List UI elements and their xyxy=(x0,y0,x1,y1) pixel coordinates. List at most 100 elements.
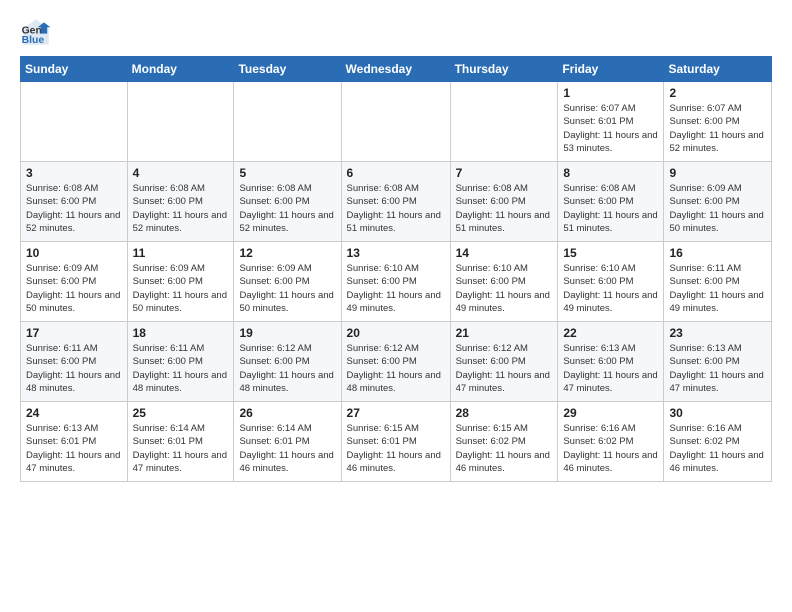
calendar-week-row: 1Sunrise: 6:07 AMSunset: 6:01 PMDaylight… xyxy=(21,82,772,162)
calendar-cell: 28Sunrise: 6:15 AMSunset: 6:02 PMDayligh… xyxy=(450,402,558,482)
calendar-cell: 9 Sunrise: 6:09 AMSunset: 6:00 PMDaylight… xyxy=(664,162,772,242)
calendar-cell: 3 Sunrise: 6:08 AMSunset: 6:00 PMDaylight… xyxy=(21,162,128,242)
calendar-week-row: 3 Sunrise: 6:08 AMSunset: 6:00 PMDaylight… xyxy=(21,162,772,242)
calendar-cell xyxy=(21,82,128,162)
day-info: Sunrise: 6:08 AMSunset: 6:00 PMDaylight:… xyxy=(563,182,658,235)
day-number: 10 xyxy=(26,246,122,260)
weekday-header-tuesday: Tuesday xyxy=(234,57,341,82)
calendar-week-row: 17 Sunrise: 6:11 AMSunset: 6:00 PMDayligh… xyxy=(21,322,772,402)
calendar-header-row: SundayMondayTuesdayWednesdayThursdayFrid… xyxy=(21,57,772,82)
calendar-cell: 20 Sunrise: 6:12 AMSunset: 6:00 PMDayligh… xyxy=(341,322,450,402)
calendar-cell: 10 Sunrise: 6:09 AMSunset: 6:00 PMDayligh… xyxy=(21,242,128,322)
day-info: Sunrise: 6:12 AMSunset: 6:00 PMDaylight:… xyxy=(239,342,335,395)
day-number: 21 xyxy=(456,326,553,340)
calendar-cell: 17 Sunrise: 6:11 AMSunset: 6:00 PMDayligh… xyxy=(21,322,128,402)
calendar-cell: 4 Sunrise: 6:08 AMSunset: 6:00 PMDaylight… xyxy=(127,162,234,242)
day-number: 27 xyxy=(347,406,445,420)
calendar-cell: 26Sunrise: 6:14 AMSunset: 6:01 PMDayligh… xyxy=(234,402,341,482)
calendar-cell: 12Sunrise: 6:09 AMSunset: 6:00 PMDayligh… xyxy=(234,242,341,322)
page: Gen Blue SundayMondayTuesdayWednesdayThu… xyxy=(0,0,792,498)
calendar-cell: 30Sunrise: 6:16 AMSunset: 6:02 PMDayligh… xyxy=(664,402,772,482)
calendar-cell: 2 Sunrise: 6:07 AMSunset: 6:00 PMDaylight… xyxy=(664,82,772,162)
calendar-cell: 8 Sunrise: 6:08 AMSunset: 6:00 PMDaylight… xyxy=(558,162,664,242)
header: Gen Blue xyxy=(20,16,772,48)
day-info: Sunrise: 6:07 AMSunset: 6:01 PMDaylight:… xyxy=(563,102,658,155)
day-number: 15 xyxy=(563,246,658,260)
day-number: 17 xyxy=(26,326,122,340)
calendar-cell: 19 Sunrise: 6:12 AMSunset: 6:00 PMDayligh… xyxy=(234,322,341,402)
calendar-cell: 21Sunrise: 6:12 AMSunset: 6:00 PMDayligh… xyxy=(450,322,558,402)
day-info: Sunrise: 6:11 AMSunset: 6:00 PMDaylight:… xyxy=(133,342,229,395)
day-number: 11 xyxy=(133,246,229,260)
calendar-cell: 25 Sunrise: 6:14 AMSunset: 6:01 PMDayligh… xyxy=(127,402,234,482)
day-info: Sunrise: 6:08 AMSunset: 6:00 PMDaylight:… xyxy=(456,182,553,235)
day-info: Sunrise: 6:10 AMSunset: 6:00 PMDaylight:… xyxy=(347,262,445,315)
day-number: 4 xyxy=(133,166,229,180)
day-info: Sunrise: 6:15 AMSunset: 6:02 PMDaylight:… xyxy=(456,422,553,475)
day-number: 29 xyxy=(563,406,658,420)
calendar-week-row: 24 Sunrise: 6:13 AMSunset: 6:01 PMDayligh… xyxy=(21,402,772,482)
day-number: 20 xyxy=(347,326,445,340)
calendar-cell: 13 Sunrise: 6:10 AMSunset: 6:00 PMDayligh… xyxy=(341,242,450,322)
day-number: 19 xyxy=(239,326,335,340)
day-info: Sunrise: 6:13 AMSunset: 6:00 PMDaylight:… xyxy=(563,342,658,395)
day-info: Sunrise: 6:11 AMSunset: 6:00 PMDaylight:… xyxy=(26,342,122,395)
logo-icon: Gen Blue xyxy=(20,16,52,48)
day-number: 16 xyxy=(669,246,766,260)
day-number: 13 xyxy=(347,246,445,260)
logo: Gen Blue xyxy=(20,16,56,48)
svg-text:Blue: Blue xyxy=(22,35,45,46)
calendar-cell xyxy=(341,82,450,162)
day-info: Sunrise: 6:09 AMSunset: 6:00 PMDaylight:… xyxy=(669,182,766,235)
day-info: Sunrise: 6:13 AMSunset: 6:01 PMDaylight:… xyxy=(26,422,122,475)
day-number: 5 xyxy=(239,166,335,180)
day-number: 7 xyxy=(456,166,553,180)
weekday-header-wednesday: Wednesday xyxy=(341,57,450,82)
day-info: Sunrise: 6:16 AMSunset: 6:02 PMDaylight:… xyxy=(563,422,658,475)
day-info: Sunrise: 6:10 AMSunset: 6:00 PMDaylight:… xyxy=(456,262,553,315)
day-info: Sunrise: 6:08 AMSunset: 6:00 PMDaylight:… xyxy=(133,182,229,235)
calendar-table: SundayMondayTuesdayWednesdayThursdayFrid… xyxy=(20,56,772,482)
day-info: Sunrise: 6:09 AMSunset: 6:00 PMDaylight:… xyxy=(26,262,122,315)
calendar-cell: 14 Sunrise: 6:10 AMSunset: 6:00 PMDayligh… xyxy=(450,242,558,322)
day-info: Sunrise: 6:08 AMSunset: 6:00 PMDaylight:… xyxy=(26,182,122,235)
day-number: 22 xyxy=(563,326,658,340)
day-number: 23 xyxy=(669,326,766,340)
day-number: 3 xyxy=(26,166,122,180)
day-info: Sunrise: 6:09 AMSunset: 6:00 PMDaylight:… xyxy=(133,262,229,315)
calendar-cell: 22 Sunrise: 6:13 AMSunset: 6:00 PMDayligh… xyxy=(558,322,664,402)
day-info: Sunrise: 6:11 AMSunset: 6:00 PMDaylight:… xyxy=(669,262,766,315)
calendar-cell: 24 Sunrise: 6:13 AMSunset: 6:01 PMDayligh… xyxy=(21,402,128,482)
day-info: Sunrise: 6:15 AMSunset: 6:01 PMDaylight:… xyxy=(347,422,445,475)
day-info: Sunrise: 6:14 AMSunset: 6:01 PMDaylight:… xyxy=(133,422,229,475)
day-number: 30 xyxy=(669,406,766,420)
calendar-cell: 29 Sunrise: 6:16 AMSunset: 6:02 PMDayligh… xyxy=(558,402,664,482)
day-number: 9 xyxy=(669,166,766,180)
weekday-header-thursday: Thursday xyxy=(450,57,558,82)
calendar-cell: 18 Sunrise: 6:11 AMSunset: 6:00 PMDayligh… xyxy=(127,322,234,402)
calendar-cell: 6 Sunrise: 6:08 AMSunset: 6:00 PMDaylight… xyxy=(341,162,450,242)
calendar-cell: 11 Sunrise: 6:09 AMSunset: 6:00 PMDayligh… xyxy=(127,242,234,322)
weekday-header-monday: Monday xyxy=(127,57,234,82)
day-info: Sunrise: 6:08 AMSunset: 6:00 PMDaylight:… xyxy=(347,182,445,235)
day-number: 8 xyxy=(563,166,658,180)
day-info: Sunrise: 6:12 AMSunset: 6:00 PMDaylight:… xyxy=(347,342,445,395)
day-number: 18 xyxy=(133,326,229,340)
day-info: Sunrise: 6:10 AMSunset: 6:00 PMDaylight:… xyxy=(563,262,658,315)
day-number: 24 xyxy=(26,406,122,420)
calendar-week-row: 10 Sunrise: 6:09 AMSunset: 6:00 PMDayligh… xyxy=(21,242,772,322)
day-number: 25 xyxy=(133,406,229,420)
calendar-cell xyxy=(450,82,558,162)
calendar-cell: 23Sunrise: 6:13 AMSunset: 6:00 PMDayligh… xyxy=(664,322,772,402)
weekday-header-saturday: Saturday xyxy=(664,57,772,82)
day-number: 2 xyxy=(669,86,766,100)
day-number: 12 xyxy=(239,246,335,260)
weekday-header-friday: Friday xyxy=(558,57,664,82)
day-info: Sunrise: 6:14 AMSunset: 6:01 PMDaylight:… xyxy=(239,422,335,475)
calendar-cell: 7 Sunrise: 6:08 AMSunset: 6:00 PMDaylight… xyxy=(450,162,558,242)
calendar-cell: 16 Sunrise: 6:11 AMSunset: 6:00 PMDayligh… xyxy=(664,242,772,322)
day-info: Sunrise: 6:07 AMSunset: 6:00 PMDaylight:… xyxy=(669,102,766,155)
day-number: 14 xyxy=(456,246,553,260)
calendar-cell xyxy=(234,82,341,162)
day-number: 6 xyxy=(347,166,445,180)
